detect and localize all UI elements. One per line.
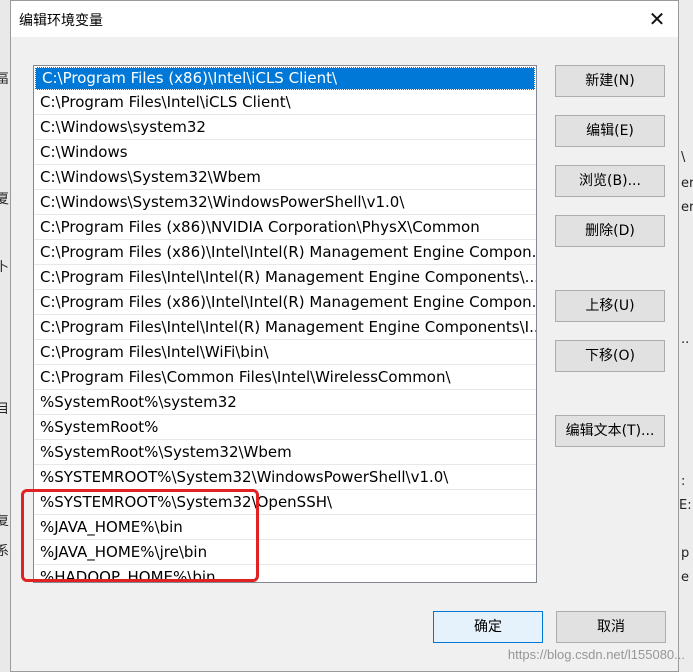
path-list-item[interactable]: %HADOOP_HOME%\bin <box>34 565 536 582</box>
bg-text: \ <box>681 150 686 165</box>
path-list-item[interactable]: %SYSTEMROOT%\System32\WindowsPowerShell\… <box>34 465 536 490</box>
bg-text: 畐 <box>0 72 10 87</box>
path-list-item[interactable]: C:\Program Files\Intel\WiFi\bin\ <box>34 340 536 365</box>
title-bar: 编辑环境变量 ✕ <box>11 1 678 37</box>
bg-text: : <box>681 474 686 489</box>
bg-text: 系 <box>0 544 10 559</box>
path-list-item[interactable]: %SystemRoot%\system32 <box>34 390 536 415</box>
path-list[interactable]: C:\Program Files (x86)\Intel\iCLS Client… <box>33 65 537 583</box>
bg-text: er <box>681 200 693 215</box>
move-down-button[interactable]: 下移(O) <box>555 340 665 372</box>
bg-text: .. <box>681 332 690 347</box>
bg-text: 夏 <box>0 192 10 207</box>
delete-button[interactable]: 删除(D) <box>555 215 665 247</box>
path-list-item[interactable]: %JAVA_HOME%\jre\bin <box>34 540 536 565</box>
path-list-item[interactable]: %SystemRoot% <box>34 415 536 440</box>
path-list-item[interactable]: %SystemRoot%\System32\Wbem <box>34 440 536 465</box>
bg-text: er <box>681 176 693 191</box>
bg-text: p <box>681 546 690 561</box>
path-list-item[interactable]: C:\Program Files\Common Files\Intel\Wire… <box>34 365 536 390</box>
path-list-item[interactable]: C:\Program Files (x86)\Intel\iCLS Client… <box>35 67 535 90</box>
path-list-item[interactable]: C:\Windows\System32\Wbem <box>34 165 536 190</box>
path-list-item[interactable]: C:\Program Files\Intel\Intel(R) Manageme… <box>34 315 536 340</box>
bg-text: 目 <box>0 402 10 417</box>
path-list-item[interactable]: C:\Program Files (x86)\NVIDIA Corporatio… <box>34 215 536 240</box>
path-list-item[interactable]: %JAVA_HOME%\bin <box>34 515 536 540</box>
bg-text: 复 <box>0 514 10 529</box>
cancel-button[interactable]: 取消 <box>556 611 666 643</box>
path-list-item[interactable]: C:\Windows\system32 <box>34 115 536 140</box>
dialog-title: 编辑环境变量 <box>19 13 103 29</box>
edit-env-var-dialog: 编辑环境变量 ✕ C:\Program Files (x86)\Intel\iC… <box>10 0 679 672</box>
close-icon[interactable]: ✕ <box>642 5 672 33</box>
path-list-item[interactable]: C:\Program Files (x86)\Intel\Intel(R) Ma… <box>34 240 536 265</box>
path-list-item[interactable]: C:\Program Files\Intel\iCLS Client\ <box>34 90 536 115</box>
path-list-item[interactable]: C:\Program Files (x86)\Intel\Intel(R) Ma… <box>34 290 536 315</box>
watermark: https://blog.csdn.net/l155080... <box>507 647 685 662</box>
edit-button[interactable]: 编辑(E) <box>555 115 665 147</box>
path-list-item[interactable]: %SYSTEMROOT%\System32\OpenSSH\ <box>34 490 536 515</box>
background-window-right: \ er er .. : E: p e <box>678 0 693 672</box>
path-list-item[interactable]: C:\Program Files\Intel\Intel(R) Manageme… <box>34 265 536 290</box>
move-up-button[interactable]: 上移(U) <box>555 290 665 322</box>
browse-button[interactable]: 浏览(B)... <box>555 165 665 197</box>
bg-text: e <box>681 570 689 585</box>
path-list-item[interactable]: C:\Windows <box>34 140 536 165</box>
bg-text: 卜 <box>0 260 10 275</box>
new-button[interactable]: 新建(N) <box>555 65 665 97</box>
edit-text-button[interactable]: 编辑文本(T)... <box>555 415 665 447</box>
path-list-item[interactable]: C:\Windows\System32\WindowsPowerShell\v1… <box>34 190 536 215</box>
bg-text: E: <box>679 498 692 513</box>
ok-button[interactable]: 确定 <box>433 611 543 643</box>
